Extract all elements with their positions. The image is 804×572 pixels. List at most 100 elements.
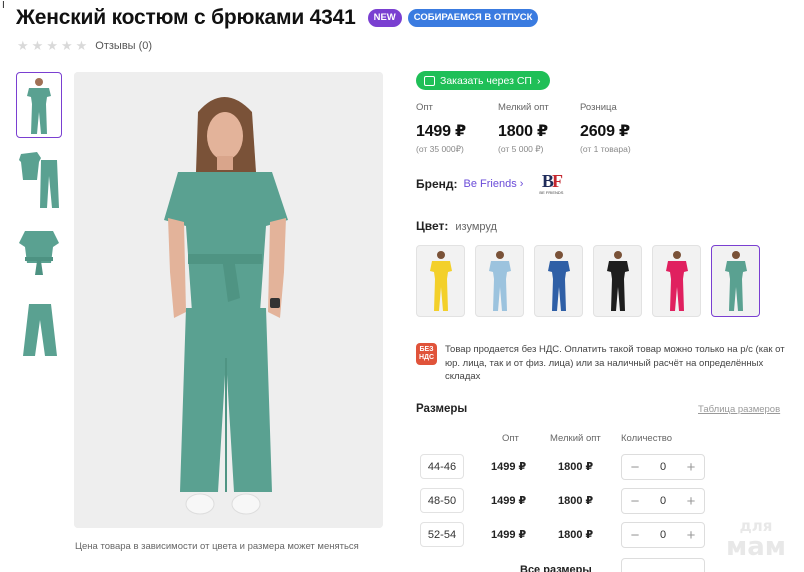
price-tiers: Опт 1499 ₽ (от 35 000₽) Мелкий опт 1800 …	[416, 102, 662, 155]
rating-row: ★ ★ ★ ★ ★ Отзывы (0)	[17, 39, 152, 53]
color-swatch-emerald[interactable]	[711, 245, 760, 317]
text-cursor-mark: I	[2, 0, 5, 11]
brand-row: Бренд: Be Friends › BF BE FRIENDS	[416, 172, 565, 196]
star-icon: ★	[31, 38, 44, 53]
quantity-stepper: − 0 +	[621, 522, 705, 548]
size-row: 48-50 1499 ₽ 1800 ₽ − 0 +	[420, 488, 710, 514]
size-chip[interactable]: 52-54	[420, 522, 464, 547]
product-title: Женский костюм с брюками 4341	[16, 6, 356, 29]
price-tier-label: Мелкий опт	[498, 102, 549, 113]
header-wholesale: Опт	[502, 433, 519, 444]
plus-icon[interactable]: +	[685, 460, 697, 475]
quantity-value[interactable]: 0	[660, 461, 666, 473]
price-tier-minimum: (от 35 000₽)	[416, 144, 464, 154]
price-tier-value: 2609 ₽	[580, 123, 630, 140]
thumbnail-list	[16, 72, 64, 372]
price-tier-value: 1499 ₽	[416, 123, 466, 140]
price-tier-small-wholesale: Мелкий опт 1800 ₽ (от 5 000 ₽)	[498, 102, 580, 155]
quantity-value[interactable]: 0	[660, 495, 666, 507]
price-tier-minimum: (от 1 товара)	[580, 144, 631, 154]
price-note: Цена товара в зависимости от цвета и раз…	[75, 541, 359, 552]
swatch-model-image	[488, 251, 511, 311]
plus-icon[interactable]: +	[685, 528, 697, 543]
brand-logo[interactable]: BF BE FRIENDS	[537, 172, 565, 196]
quantity-value[interactable]: 0	[660, 529, 666, 541]
thumbnail-4[interactable]	[16, 297, 62, 363]
size-small-wholesale-price: 1800 ₽	[558, 461, 594, 473]
size-small-wholesale-price: 1800 ₽	[558, 495, 594, 507]
order-via-sp-label: Заказать через СП	[440, 74, 532, 87]
badge-new[interactable]: NEW	[367, 9, 402, 27]
plus-icon[interactable]: +	[685, 494, 697, 509]
quantity-stepper: − 0 +	[621, 454, 705, 480]
color-swatch-light-blue[interactable]	[475, 245, 524, 317]
thumbnail-2[interactable]	[16, 147, 62, 213]
trousers-thumbnail-image	[23, 304, 57, 356]
header-small-wholesale: Мелкий опт	[550, 433, 601, 444]
color-swatch-fuchsia[interactable]	[652, 245, 701, 317]
watermark-logo: для мам	[718, 518, 794, 560]
price-tier-retail: Розница 2609 ₽ (от 1 товара)	[580, 102, 662, 155]
star-icon: ★	[46, 38, 58, 53]
reviews-link[interactable]: Отзывы (0)	[95, 40, 152, 52]
color-swatch-black[interactable]	[593, 245, 642, 317]
set-thumbnail-image	[19, 152, 59, 208]
brand-link[interactable]: Be Friends ›	[464, 178, 524, 190]
color-value: изумруд	[455, 221, 497, 233]
watermark-line-2: мам	[725, 532, 787, 562]
model-photo-illustration	[74, 72, 383, 528]
minus-icon[interactable]: −	[629, 494, 641, 509]
color-label: Цвет:	[416, 219, 449, 233]
swatch-model-image	[429, 251, 452, 311]
thumbnail-3[interactable]	[16, 222, 62, 288]
size-wholesale-price: 1499 ₽	[491, 495, 527, 507]
chevron-right-icon: ›	[536, 74, 541, 87]
all-sizes-stepper[interactable]	[621, 558, 705, 572]
star-icon: ★	[17, 38, 29, 53]
minus-icon[interactable]: −	[629, 528, 641, 543]
star-icon: ★	[75, 38, 88, 53]
thumbnail-1[interactable]	[16, 72, 62, 138]
sizes-title: Размеры	[416, 403, 468, 415]
color-swatch-yellow[interactable]	[416, 245, 465, 317]
no-vat-icon: БЕЗ НДС	[416, 343, 437, 365]
vat-notice-text: Товар продается без НДС. Оплатить такой …	[445, 344, 785, 382]
size-small-wholesale-price: 1800 ₽	[558, 529, 594, 541]
swatch-model-image	[547, 251, 570, 311]
brand-logo-sub: BE FRIENDS	[539, 190, 564, 195]
price-tier-value: 1800 ₽	[498, 123, 548, 140]
vat-notice: БЕЗ НДС Товар продается без НДС. Оплатит…	[416, 343, 786, 384]
quantity-stepper: − 0 +	[621, 488, 705, 514]
size-wholesale-price: 1499 ₽	[491, 461, 527, 473]
size-table-link[interactable]: Таблица размеров	[698, 404, 780, 415]
top-thumbnail-image	[19, 231, 59, 275]
price-tier-label: Опт	[416, 102, 433, 113]
title-row: Женский костюм с брюками 4341 NEW СОБИРА…	[16, 6, 539, 30]
size-wholesale-price: 1499 ₽	[491, 529, 527, 541]
color-swatches	[416, 245, 760, 317]
badge-vacation[interactable]: СОБИРАЕМСЯ В ОТПУСК	[407, 9, 539, 27]
size-row: 52-54 1499 ₽ 1800 ₽ − 0 +	[420, 522, 710, 548]
color-row: Цвет: изумруд	[416, 219, 497, 233]
model-thumbnail-image	[27, 78, 51, 134]
brand-logo-mark: BF	[541, 171, 563, 191]
header-quantity: Количество	[621, 433, 673, 444]
cart-icon	[424, 75, 435, 86]
color-swatch-blue[interactable]	[534, 245, 583, 317]
brand-name: Be Friends	[463, 178, 517, 190]
price-tier-minimum: (от 5 000 ₽)	[498, 144, 544, 154]
minus-icon[interactable]: −	[629, 460, 641, 475]
size-chip[interactable]: 44-46	[420, 454, 464, 479]
all-sizes-label: Все размеры	[520, 564, 592, 572]
star-icon: ★	[60, 38, 73, 53]
swatch-model-image	[606, 251, 629, 311]
main-product-photo[interactable]	[74, 72, 383, 528]
swatch-model-image	[665, 251, 688, 311]
price-tier-label: Розница	[580, 102, 617, 113]
size-chip[interactable]: 48-50	[420, 488, 464, 513]
brand-label: Бренд:	[416, 177, 458, 191]
swatch-model-image	[724, 251, 747, 311]
size-row: 44-46 1499 ₽ 1800 ₽ − 0 +	[420, 454, 710, 480]
order-via-sp-button[interactable]: Заказать через СП ›	[416, 71, 551, 90]
price-tier-wholesale: Опт 1499 ₽ (от 35 000₽)	[416, 102, 498, 155]
